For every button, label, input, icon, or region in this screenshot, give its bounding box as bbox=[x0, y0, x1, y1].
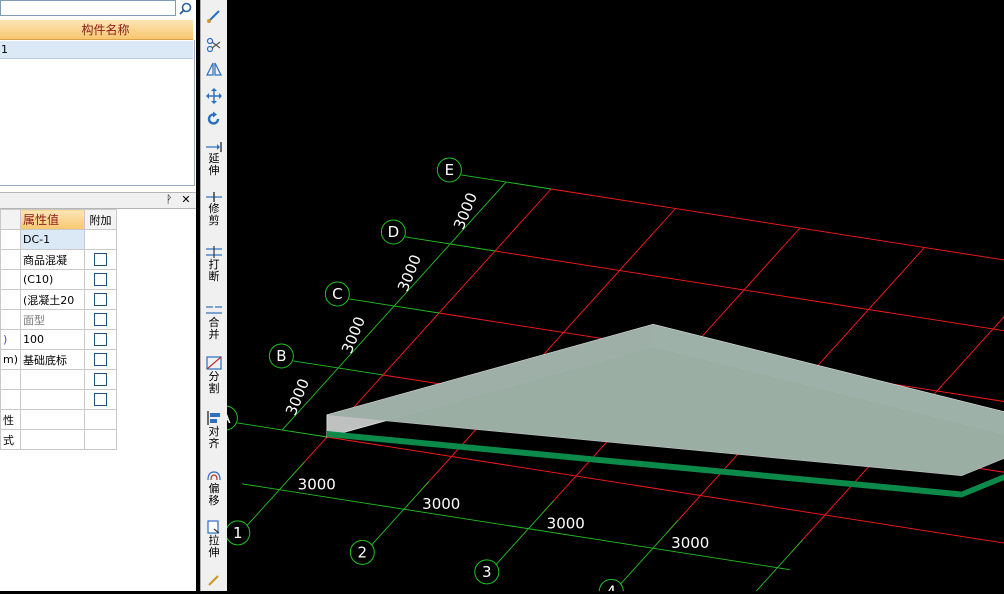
move-icon bbox=[206, 88, 222, 104]
property-value-cell[interactable] bbox=[20, 429, 86, 450]
table-row: ) 100 bbox=[0, 329, 118, 350]
axis-letter-label: C bbox=[332, 285, 342, 303]
table-row: (C10) bbox=[0, 269, 118, 290]
property-name-header bbox=[0, 209, 22, 230]
stretch-icon bbox=[207, 520, 220, 534]
axis-letter-label: E bbox=[445, 161, 454, 179]
dimension-text: 3000 bbox=[282, 376, 313, 418]
axis-number-label: 1 bbox=[233, 524, 243, 542]
table-row bbox=[0, 369, 118, 390]
extend-tool-button[interactable]: 延 伸 bbox=[201, 141, 227, 177]
brush-tool-button[interactable] bbox=[201, 8, 227, 24]
extension-line bbox=[245, 461, 305, 528]
table-row: m) 基础底标 bbox=[0, 349, 118, 370]
extra-checkbox[interactable] bbox=[94, 333, 108, 347]
property-extra-header: 附加 bbox=[84, 209, 118, 230]
property-value-cell[interactable]: (C10) bbox=[20, 269, 86, 290]
search-icon bbox=[178, 2, 191, 15]
axis-number-label: 3 bbox=[482, 563, 492, 581]
scissors-icon bbox=[206, 37, 221, 53]
extra-checkbox[interactable] bbox=[94, 253, 108, 267]
property-value-cell[interactable]: DC-1 bbox=[20, 229, 86, 250]
align-icon bbox=[207, 411, 220, 425]
extra-checkbox[interactable] bbox=[94, 393, 108, 407]
table-row: (混凝土20 bbox=[0, 289, 118, 310]
left-panel: 构件名称 1 ᚹ ✕ 属性值 附加 DC-1 商品混凝 (C10) (混凝土20 bbox=[0, 0, 196, 591]
align-tool-button[interactable]: 对 齐 bbox=[201, 410, 227, 450]
extension-line bbox=[618, 519, 679, 586]
pen-tool-button[interactable] bbox=[201, 572, 227, 588]
property-value-cell[interactable]: 100 bbox=[20, 329, 86, 350]
property-value-cell[interactable] bbox=[20, 389, 86, 410]
rotate-tool-button[interactable] bbox=[201, 111, 227, 127]
dimension-text: 3000 bbox=[338, 314, 369, 356]
axis-letter-label: B bbox=[276, 347, 286, 365]
edit-toolbar: 延 伸 修 剪 打 断 合 并 分 割 对 齐 偏 移 拉 伸 bbox=[200, 0, 228, 591]
dimension-text: 3000 bbox=[394, 252, 425, 294]
table-row bbox=[0, 389, 118, 410]
grid-line-row bbox=[494, 250, 1004, 332]
property-table: 属性值 附加 DC-1 商品混凝 (C10) (混凝土20 面型) 100 m… bbox=[0, 209, 118, 450]
close-button[interactable]: ✕ bbox=[179, 193, 193, 207]
split-tool-button[interactable]: 分 割 bbox=[201, 355, 227, 395]
stretch-tool-button[interactable]: 拉 伸 bbox=[201, 519, 227, 559]
extra-checkbox[interactable] bbox=[94, 373, 108, 387]
split-icon bbox=[206, 356, 222, 370]
3d-viewport[interactable]: ABCDE12345300030003000300030003000300030… bbox=[212, 0, 1004, 594]
table-row: 式 bbox=[0, 429, 118, 450]
offset-tool-button[interactable]: 偏 移 bbox=[201, 469, 227, 507]
axis-number-label: 4 bbox=[607, 582, 617, 591]
grid-line-row bbox=[550, 188, 1004, 261]
extension-line bbox=[494, 500, 554, 567]
mirror-tool-button[interactable] bbox=[201, 61, 227, 77]
break-tool-button[interactable]: 打 断 bbox=[201, 245, 227, 283]
dimension-text: 3000 bbox=[547, 515, 585, 533]
dimension-text: 3000 bbox=[422, 495, 460, 513]
dimension-text: 3000 bbox=[298, 476, 336, 494]
property-value-cell[interactable]: 面型 bbox=[20, 309, 86, 330]
mirror-icon bbox=[206, 62, 222, 76]
table-row: 面型 bbox=[0, 309, 118, 330]
dimension-text: 3000 bbox=[450, 190, 481, 232]
table-row: 性 bbox=[0, 409, 118, 430]
slab-component[interactable] bbox=[326, 323, 1004, 498]
pin-button[interactable]: ᚹ bbox=[162, 193, 176, 207]
3d-scene: ABCDE12345300030003000300030003000300030… bbox=[212, 157, 1004, 594]
property-value-header: 属性值 bbox=[20, 209, 86, 230]
move-tool-button[interactable] bbox=[201, 88, 227, 104]
merge-icon bbox=[206, 306, 222, 314]
dimension-text: 3000 bbox=[671, 534, 709, 552]
table-row: DC-1 bbox=[0, 229, 118, 250]
property-value-cell[interactable]: 商品混凝 bbox=[20, 249, 86, 270]
break-icon bbox=[206, 246, 222, 258]
extension-line bbox=[369, 480, 430, 547]
extra-checkbox[interactable] bbox=[94, 353, 108, 367]
extension-line bbox=[753, 539, 803, 594]
component-list-header: 构件名称 bbox=[0, 20, 193, 40]
rotate-icon bbox=[207, 111, 220, 125]
search-input[interactable] bbox=[0, 0, 176, 16]
property-value-cell[interactable]: (混凝土20 bbox=[20, 289, 86, 310]
extra-checkbox[interactable] bbox=[94, 313, 108, 327]
offset-icon bbox=[207, 471, 221, 481]
property-value-cell[interactable]: 基础底标 bbox=[20, 349, 86, 370]
property-panel-titlebar: ᚹ ✕ bbox=[0, 192, 196, 209]
extra-checkbox[interactable] bbox=[94, 293, 108, 307]
pen-icon bbox=[208, 575, 219, 586]
property-value-cell[interactable] bbox=[20, 409, 86, 430]
axis-letter-label: D bbox=[388, 223, 400, 241]
search-button[interactable] bbox=[176, 0, 194, 16]
table-row: 商品混凝 bbox=[0, 249, 118, 270]
trim-tool-button[interactable]: 修 剪 bbox=[201, 191, 227, 227]
property-value-cell[interactable] bbox=[20, 369, 86, 390]
list-item[interactable]: 1 bbox=[0, 41, 193, 59]
copy-tool-button[interactable] bbox=[201, 36, 227, 54]
axis-number-label: 2 bbox=[358, 543, 368, 561]
merge-tool-button[interactable]: 合 并 bbox=[201, 303, 227, 341]
extra-checkbox[interactable] bbox=[94, 273, 108, 287]
brush-icon bbox=[207, 10, 220, 23]
component-list bbox=[0, 40, 195, 186]
